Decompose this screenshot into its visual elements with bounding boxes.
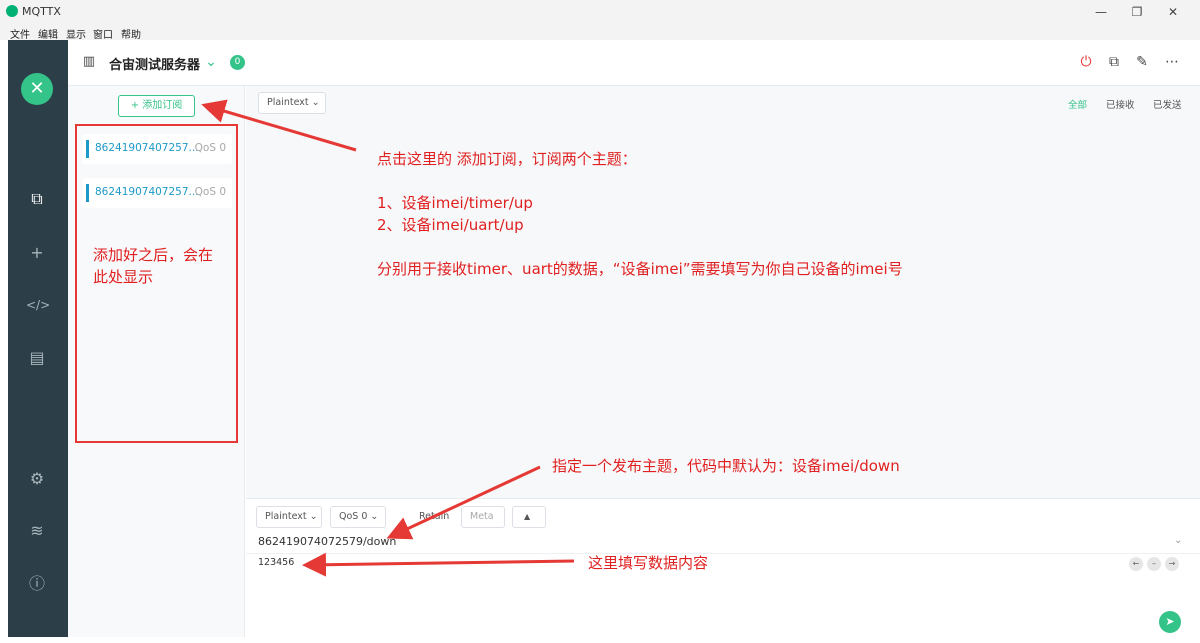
arrow-to-payload xyxy=(302,552,575,577)
annotation-arrows xyxy=(201,99,575,577)
arrow-to-topic xyxy=(386,465,541,540)
arrow-to-add-subscription xyxy=(201,99,357,152)
